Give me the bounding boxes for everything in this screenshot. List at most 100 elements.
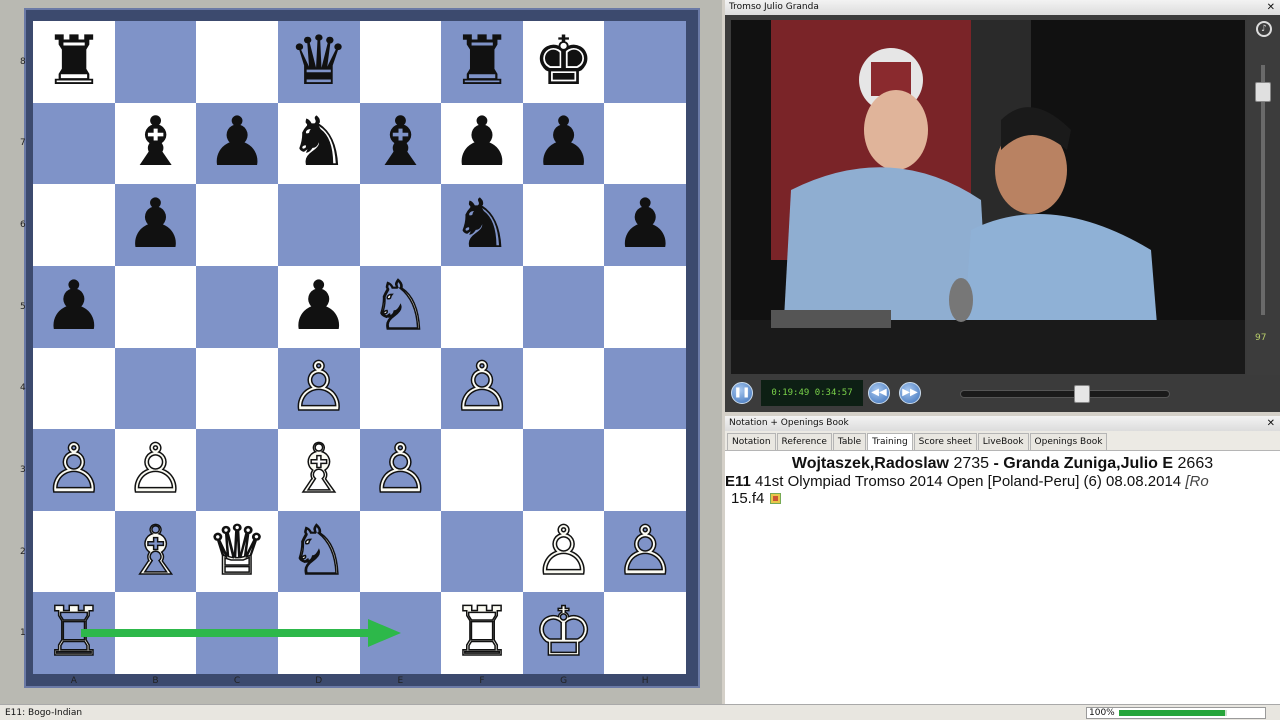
square-d6[interactable] — [277, 184, 360, 266]
square-f1[interactable]: ♖ — [441, 592, 523, 674]
black-piece[interactable]: ♝ — [370, 109, 431, 177]
black-piece[interactable]: ♞ — [288, 109, 349, 177]
white-piece[interactable]: ♕ — [206, 516, 268, 586]
black-piece[interactable]: ♟ — [451, 109, 512, 177]
white-piece[interactable]: ♙ — [124, 435, 186, 505]
square-a7[interactable] — [33, 102, 115, 185]
square-h4[interactable] — [604, 347, 686, 430]
black-piece[interactable]: ♟ — [615, 191, 676, 259]
white-player[interactable]: Wojtaszek,Radoslaw — [792, 455, 949, 472]
eco-code[interactable]: E11 — [725, 473, 751, 490]
zoom-control[interactable]: 100% — [1086, 707, 1266, 719]
seek-thumb[interactable] — [1073, 385, 1090, 403]
square-b3[interactable]: ♙ — [114, 429, 197, 511]
square-d3[interactable]: ♗ — [277, 429, 360, 511]
square-a2[interactable] — [33, 510, 115, 593]
square-g2[interactable]: ♙ — [522, 510, 605, 593]
square-d7[interactable]: ♞ — [277, 102, 360, 185]
fast-forward-button[interactable]: ▶▶ — [899, 382, 921, 404]
square-d8[interactable]: ♛ — [277, 21, 360, 103]
square-g5[interactable] — [522, 265, 605, 348]
white-piece[interactable]: ♖ — [451, 598, 513, 668]
chess-board[interactable]: ♜ ♛ ♜ ♚ ♝ ♟ ♞ ♝ ♟ ♟ ♟ ♞ ♟ ♟ ♟ ♘ ♙ ♙ ♙ ♙ ♗ ♙ ♗ ♕ ♘ ♙ ♙ ♖ ♖ ♔ — [33, 21, 686, 674]
square-h8[interactable] — [604, 21, 686, 103]
square-a5[interactable]: ♟ — [33, 265, 115, 348]
square-g4[interactable] — [522, 347, 605, 430]
black-player[interactable]: Granda Zuniga,Julio E — [1003, 455, 1173, 472]
tab-openings-book[interactable]: Openings Book — [1029, 433, 1108, 450]
white-piece[interactable]: ♖ — [43, 598, 105, 668]
square-c5[interactable] — [196, 265, 278, 348]
white-piece[interactable]: ♙ — [43, 435, 105, 505]
tab-table[interactable]: Table — [832, 433, 867, 450]
close-icon[interactable]: ✕ — [1267, 416, 1275, 431]
tab-training[interactable]: Training — [867, 433, 913, 450]
square-h7[interactable] — [604, 102, 686, 185]
square-b1[interactable] — [114, 592, 197, 674]
square-f6[interactable]: ♞ — [441, 184, 523, 266]
square-e8[interactable] — [359, 21, 442, 103]
black-piece[interactable]: ♟ — [533, 109, 594, 177]
square-f3[interactable] — [441, 429, 523, 511]
square-e2[interactable] — [359, 510, 442, 593]
square-c6[interactable] — [196, 184, 278, 266]
square-e5[interactable]: ♘ — [359, 265, 442, 348]
square-f5[interactable] — [441, 265, 523, 348]
move-item[interactable]: 15.f4 — [731, 490, 764, 507]
square-f4[interactable]: ♙ — [441, 347, 523, 430]
black-piece[interactable]: ♛ — [288, 27, 349, 96]
square-e7[interactable]: ♝ — [359, 102, 442, 185]
black-piece[interactable]: ♟ — [207, 109, 268, 177]
square-c1[interactable] — [196, 592, 278, 674]
tab-score-sheet[interactable]: Score sheet — [913, 433, 977, 450]
square-c3[interactable] — [196, 429, 278, 511]
square-b6[interactable]: ♟ — [114, 184, 197, 266]
white-piece[interactable]: ♘ — [369, 271, 431, 341]
black-piece[interactable]: ♜ — [43, 27, 104, 96]
square-g8[interactable]: ♚ — [522, 21, 605, 103]
white-piece[interactable]: ♙ — [287, 353, 349, 423]
white-piece[interactable]: ♗ — [287, 435, 349, 505]
square-e4[interactable] — [359, 347, 442, 430]
volume-track[interactable] — [1261, 65, 1265, 315]
white-piece[interactable]: ♙ — [614, 516, 676, 586]
black-piece[interactable]: ♝ — [125, 109, 186, 177]
tab-livebook[interactable]: LiveBook — [977, 433, 1029, 450]
square-g6[interactable] — [522, 184, 605, 266]
seek-bar[interactable] — [960, 385, 1170, 403]
square-d1[interactable] — [277, 592, 360, 674]
square-b2[interactable]: ♗ — [114, 510, 197, 593]
white-piece[interactable]: ♔ — [532, 598, 594, 668]
square-g1[interactable]: ♔ — [522, 592, 605, 674]
square-h1[interactable] — [604, 592, 686, 674]
square-c7[interactable]: ♟ — [196, 102, 278, 185]
square-a4[interactable] — [33, 347, 115, 430]
square-a1[interactable]: ♖ — [33, 592, 115, 674]
square-c8[interactable] — [196, 21, 278, 103]
square-b7[interactable]: ♝ — [114, 102, 197, 185]
square-c4[interactable] — [196, 347, 278, 430]
white-piece[interactable]: ♘ — [287, 516, 349, 586]
close-icon[interactable]: ✕ — [1267, 0, 1275, 15]
square-f2[interactable] — [441, 510, 523, 593]
black-piece[interactable]: ♟ — [125, 191, 186, 259]
square-e3[interactable]: ♙ — [359, 429, 442, 511]
square-c2[interactable]: ♕ — [196, 510, 278, 593]
square-b8[interactable] — [114, 21, 197, 103]
video-player[interactable] — [731, 20, 1245, 374]
black-piece[interactable]: ♚ — [533, 27, 594, 96]
square-b4[interactable] — [114, 347, 197, 430]
square-d5[interactable]: ♟ — [277, 265, 360, 348]
white-piece[interactable]: ♙ — [369, 435, 431, 505]
tab-notation[interactable]: Notation — [727, 433, 776, 450]
square-h5[interactable] — [604, 265, 686, 348]
white-piece[interactable]: ♙ — [451, 353, 513, 423]
square-f8[interactable]: ♜ — [441, 21, 523, 103]
white-piece[interactable]: ♙ — [532, 516, 594, 586]
black-piece[interactable]: ♟ — [43, 272, 104, 341]
volume-slider-thumb[interactable] — [1255, 82, 1271, 102]
media-icon[interactable] — [770, 493, 782, 504]
square-g3[interactable] — [522, 429, 605, 511]
zoom-track[interactable] — [1119, 710, 1227, 716]
square-e1[interactable] — [359, 592, 442, 674]
